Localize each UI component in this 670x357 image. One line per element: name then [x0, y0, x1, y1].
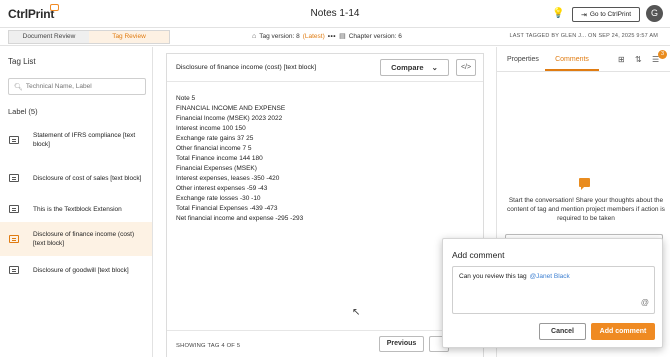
sort-icon[interactable]: ⇅ [635, 55, 642, 64]
tab-properties[interactable]: Properties [507, 47, 539, 71]
content-footer: SHOWING TAG 4 OF 5 Previous [167, 330, 483, 357]
chevron-down-icon: ⌄ [431, 63, 438, 72]
dialog-title: Add comment [452, 250, 505, 260]
tab-comments[interactable]: Comments [545, 47, 599, 71]
last-tagged-info: LAST TAGGED BY GLEN J... ON SEP 24, 2025… [509, 33, 658, 39]
previous-button[interactable]: Previous [379, 336, 424, 352]
mouse-cursor-icon: ↖ [352, 307, 361, 318]
content-line: Financial Income (MSEK) 2023 2022 [176, 115, 283, 122]
content-line: Exchange rate losses -30 -10 [176, 195, 261, 202]
text-block-icon [9, 235, 19, 243]
text-block-content: Note 5 FINANCIAL INCOME AND EXPENSE Fina… [176, 94, 303, 224]
text-block-icon [9, 136, 19, 144]
tab-divider [497, 71, 670, 72]
go-to-ctrlprint-label: Go to CtrlPrint [589, 11, 632, 18]
list-item-goodwill[interactable]: Disclosure of goodwill [text block] [0, 253, 152, 287]
text-block-icon [9, 174, 19, 182]
search-input[interactable] [25, 83, 141, 90]
empty-comments-message: Start the conversation! Share your thoug… [507, 197, 665, 222]
content-line: Total Financial Expenses -439 -473 [176, 205, 278, 212]
filter-count-badge: 3 [658, 50, 667, 59]
list-item-label: Disclosure of cost of sales [text block] [33, 174, 142, 182]
content-line: Note 5 [176, 95, 196, 102]
compare-label: Compare [391, 63, 424, 72]
tab-tag-review[interactable]: Tag Review [89, 31, 169, 43]
tag-version: Tag version: 8 [259, 32, 300, 40]
chat-bubble-icon [579, 178, 590, 190]
user-mention[interactable]: @Janet Black [530, 273, 570, 280]
search-icon: 🔍︎ [14, 83, 23, 91]
content-line: Interest expenses, leases -350 -420 [176, 175, 280, 182]
add-comment-button[interactable]: Add comment [591, 323, 655, 340]
more-options-icon[interactable]: ••• [328, 33, 336, 40]
review-mode-toggle: Document Review Tag Review [8, 30, 170, 44]
chapter-version: Chapter version: 6 [348, 32, 402, 40]
compare-dropdown[interactable]: Compare ⌄ [380, 59, 449, 76]
list-item-label: Disclosure of finance income (cost) [tex… [33, 231, 135, 247]
tab-document-review[interactable]: Document Review [9, 31, 89, 43]
list-item-label: Statement of IFRS compliance [text block… [33, 132, 136, 148]
tag-search-box[interactable]: 🔍︎ [8, 78, 146, 95]
tag-list-heading: Tag List [8, 57, 36, 66]
list-item-label: Disclosure of goodwill [text block] [33, 266, 129, 274]
list-item-cost-of-sales[interactable]: Disclosure of cost of sales [text block] [0, 161, 152, 195]
tag-content-panel: Disclosure of finance income (cost) [tex… [166, 53, 484, 357]
list-item-label: This is the Textblock Extension [33, 205, 122, 213]
top-bar: CtrlPrint Notes 1-14 💡 ⇥ Go to CtrlPrint… [0, 0, 670, 28]
exit-arrow-icon: ⇥ [580, 11, 587, 19]
content-title: Disclosure of finance income (cost) [tex… [176, 64, 317, 71]
content-line: Interest income 100 150 [176, 125, 246, 132]
comment-body: Can you review this tag [459, 273, 527, 280]
chapter-icon: ▤ [339, 33, 346, 40]
tag-position-indicator: SHOWING TAG 4 OF 5 [176, 343, 241, 349]
text-block-icon [9, 205, 19, 213]
label-group-heading: Label (5) [8, 107, 38, 116]
list-item-textblock-extension[interactable]: This is the Textblock Extension [0, 192, 152, 226]
content-line: Financial Expenses (MSEK) [176, 165, 257, 172]
sub-bar: Document Review Tag Review ⌂ Tag version… [0, 28, 670, 46]
content-line: Other interest expenses -59 -43 [176, 185, 268, 192]
content-line: Other financial income 7 5 [176, 145, 252, 152]
content-line: Net financial income and expense -295 -2… [176, 215, 304, 222]
list-item-finance-income[interactable]: Disclosure of finance income (cost) [tex… [0, 222, 152, 256]
add-comment-dialog: Add comment Can you review this tag @Jane… [442, 238, 663, 348]
tag-icon: ⌂ [252, 32, 257, 40]
latest-badge: (Latest) [302, 32, 325, 40]
code-view-icon[interactable]: </> [456, 59, 476, 76]
add-comment-icon[interactable]: ⊞ [618, 55, 625, 64]
lightbulb-icon[interactable]: 💡 [552, 8, 564, 20]
list-item-ifrs-compliance[interactable]: Statement of IFRS compliance [text block… [0, 123, 152, 157]
content-line: Total Finance income 144 180 [176, 155, 263, 162]
content-line: Exchange rate gains 37 25 [176, 135, 254, 142]
user-avatar[interactable]: G [646, 5, 663, 22]
comment-textarea[interactable]: Can you review this tag @Janet Black @ [452, 266, 655, 314]
go-to-ctrlprint-button[interactable]: ⇥ Go to CtrlPrint [572, 7, 640, 22]
cancel-button[interactable]: Cancel [539, 323, 586, 340]
text-block-icon [9, 266, 19, 274]
mention-at-icon[interactable]: @ [641, 298, 649, 307]
content-header: Disclosure of finance income (cost) [tex… [167, 54, 483, 82]
page-title: Notes 1-14 [310, 8, 360, 19]
comment-text: Can you review this tag @Janet Black [459, 273, 570, 280]
tag-list-panel: Tag List 🔍︎ Label (5) Statement of IFRS … [0, 47, 153, 357]
content-line: FINANCIAL INCOME AND EXPENSE [176, 105, 286, 112]
version-info: ⌂ Tag version: 8 (Latest) ••• ▤ Chapter … [252, 32, 402, 41]
